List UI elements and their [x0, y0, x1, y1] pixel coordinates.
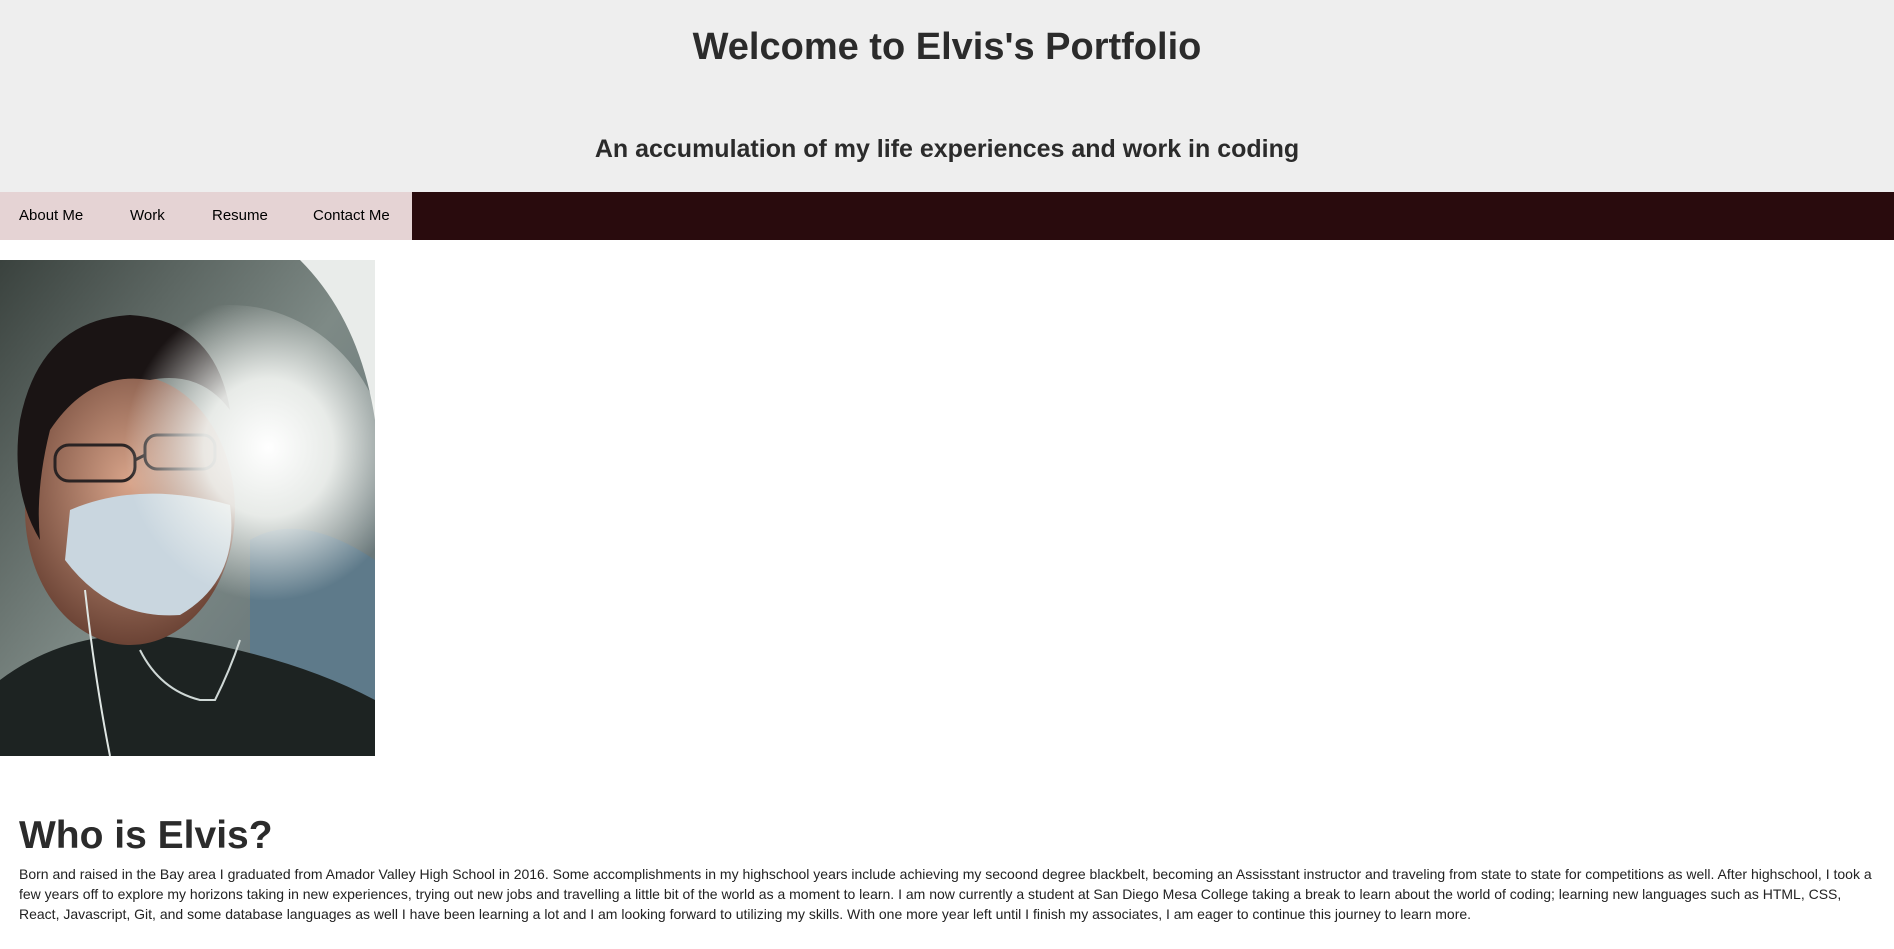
- profile-photo: [0, 260, 375, 756]
- page-subtitle: An accumulation of my life experiences a…: [594, 135, 1300, 163]
- page-title: Welcome to Elvis's Portfolio: [692, 26, 1202, 68]
- navigation-bar: About Me Work Resume Contact Me: [0, 192, 1894, 240]
- page-header: Welcome to Elvis's Portfolio An accumula…: [0, 0, 1894, 192]
- about-paragraph: Born and raised in the Bay area I gradua…: [19, 866, 1872, 922]
- about-heading: Who is Elvis?: [19, 814, 273, 857]
- nav-item-resume[interactable]: Resume: [212, 192, 268, 240]
- nav-item-about-me[interactable]: About Me: [19, 192, 83, 240]
- nav-menu: About Me Work Resume Contact Me: [0, 192, 412, 240]
- nav-item-work[interactable]: Work: [130, 192, 165, 240]
- nav-item-contact-me[interactable]: Contact Me: [313, 192, 390, 240]
